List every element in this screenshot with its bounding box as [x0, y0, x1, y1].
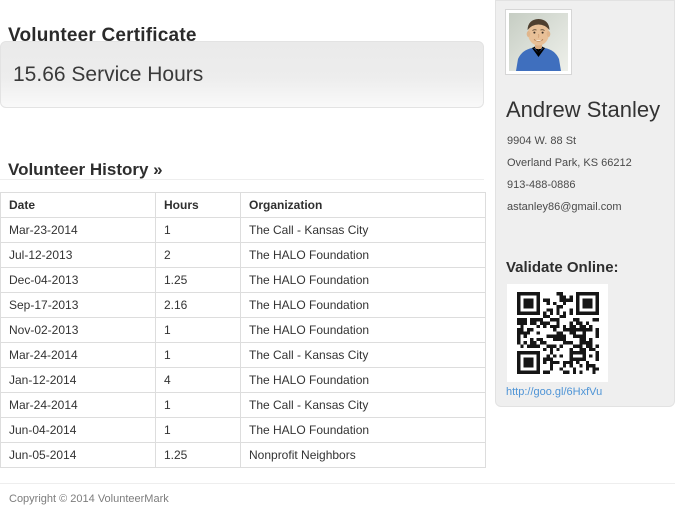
table-cell: 1 — [155, 417, 241, 443]
portrait-illustration — [509, 13, 568, 71]
table-cell: The Call - Kansas City — [240, 342, 486, 368]
table-row: Jun-05-2014 1.25 Nonprofit Neighbors — [0, 442, 486, 468]
table-row: Mar-24-2014 1 The Call - Kansas City — [0, 342, 486, 368]
address-line-2: Overland Park, KS 66212 — [507, 157, 632, 169]
table-cell: Jun-04-2014 — [0, 417, 156, 443]
table-cell: 1 — [155, 217, 241, 243]
table-cell: 1 — [155, 392, 241, 418]
history-table: Date Hours Organization Mar-23-2014 1 The … — [0, 192, 486, 468]
table-cell: 2 — [155, 242, 241, 268]
table-row: Sep-17-2013 2.16 The HALO Foundation — [0, 292, 486, 318]
table-cell: The HALO Foundation — [240, 317, 486, 343]
table-cell: The HALO Foundation — [240, 292, 486, 318]
profile-photo — [506, 10, 571, 74]
email-address: astanley86@gmail.com — [507, 201, 622, 213]
column-header-date: Date — [0, 192, 156, 218]
table-cell: Dec-04-2013 — [0, 267, 156, 293]
service-hours-banner: 15.66 Service Hours — [0, 41, 484, 108]
table-cell: Sep-17-2013 — [0, 292, 156, 318]
history-table-body: Mar-23-2014 1 The Call - Kansas City Jul-12… — [0, 217, 486, 468]
table-cell: Nov-02-2013 — [0, 317, 156, 343]
divider — [0, 179, 484, 180]
table-cell: 1.25 — [155, 267, 241, 293]
table-cell: The HALO Foundation — [240, 242, 486, 268]
table-cell: The HALO Foundation — [240, 367, 486, 393]
footer-divider — [0, 483, 675, 484]
table-row: Mar-24-2014 1 The Call - Kansas City — [0, 392, 486, 418]
profile-name: Andrew Stanley — [506, 97, 661, 122]
table-cell: Mar-24-2014 — [0, 392, 156, 418]
table-cell: Jun-05-2014 — [0, 442, 156, 468]
table-cell: 1 — [155, 317, 241, 343]
address-line-1: 9904 W. 88 St — [507, 135, 577, 147]
table-cell: Mar-23-2014 — [0, 217, 156, 243]
validate-link[interactable]: http://goo.gl/6HxfVu — [506, 386, 602, 398]
table-header-row: Date Hours Organization — [0, 192, 486, 218]
table-row: Mar-23-2014 1 The Call - Kansas City — [0, 217, 486, 243]
table-cell: 1.25 — [155, 442, 241, 468]
history-heading: Volunteer History » — [8, 160, 163, 180]
table-cell: Nonprofit Neighbors — [240, 442, 486, 468]
qr-code — [507, 284, 608, 382]
phone-number: 913-488-0886 — [507, 179, 576, 191]
table-cell: The Call - Kansas City — [240, 392, 486, 418]
table-cell: The HALO Foundation — [240, 267, 486, 293]
table-cell: The Call - Kansas City — [240, 217, 486, 243]
table-cell: Jul-12-2013 — [0, 242, 156, 268]
table-row: Jul-12-2013 2 The HALO Foundation — [0, 242, 486, 268]
table-row: Jan-12-2014 4 The HALO Foundation — [0, 367, 486, 393]
profile-card: Andrew Stanley 9904 W. 88 St Overland Pa… — [495, 0, 675, 407]
service-hours-text: 15.66 Service Hours — [13, 62, 204, 86]
table-row: Jun-04-2014 1 The HALO Foundation — [0, 417, 486, 443]
column-header-hours: Hours — [155, 192, 241, 218]
table-row: Nov-02-2013 1 The HALO Foundation — [0, 317, 486, 343]
validate-online-heading: Validate Online: — [506, 259, 619, 276]
copyright-text: Copyright © 2014 VolunteerMark — [9, 493, 169, 505]
table-cell: 2.16 — [155, 292, 241, 318]
column-header-organization: Organization — [240, 192, 486, 218]
table-row: Dec-04-2013 1.25 The HALO Foundation — [0, 267, 486, 293]
table-cell: 4 — [155, 367, 241, 393]
table-cell: Jan-12-2014 — [0, 367, 156, 393]
table-cell: The HALO Foundation — [240, 417, 486, 443]
qr-code-image — [516, 292, 599, 374]
table-cell: Mar-24-2014 — [0, 342, 156, 368]
table-cell: 1 — [155, 342, 241, 368]
